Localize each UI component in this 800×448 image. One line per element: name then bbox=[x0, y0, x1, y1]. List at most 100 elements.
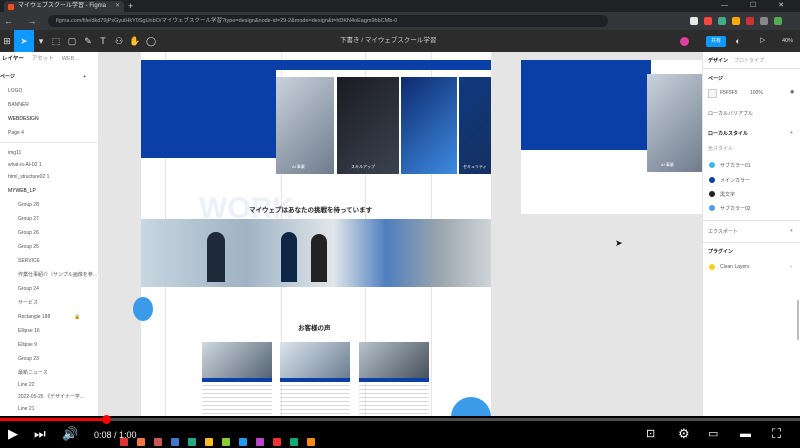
voice-caption-bar bbox=[280, 378, 350, 382]
play-icon[interactable]: ▶ bbox=[8, 424, 18, 444]
tab-layers[interactable]: レイヤー bbox=[2, 52, 24, 66]
resources-tool-icon[interactable]: ⚇ bbox=[112, 30, 126, 52]
taskbar-app-icon[interactable] bbox=[273, 438, 281, 446]
browser-tab[interactable]: マイウェブスクール学習 - Figma ✕ bbox=[4, 1, 124, 12]
taskbar-app-icon[interactable] bbox=[137, 438, 145, 446]
fullscreen-icon[interactable]: ⛶ bbox=[772, 424, 781, 444]
extension-icon[interactable] bbox=[704, 17, 712, 25]
url-field[interactable]: figma.com/file/dkd79jPxGyuiHkY0SgUnbO/マイ… bbox=[48, 15, 608, 27]
voice-photo-3[interactable] bbox=[359, 342, 429, 378]
move-tool-icon[interactable]: ➤ bbox=[14, 30, 34, 52]
layer-frame[interactable]: MYWEB_LP bbox=[0, 186, 106, 196]
taskbar-app-icon[interactable] bbox=[188, 438, 196, 446]
design-canvas[interactable]: AI 事業 スキルアップ セキュリティ WORK マイウェブはあなたの挑戦を待っ… bbox=[99, 52, 702, 416]
text-tool-icon[interactable]: T bbox=[96, 30, 110, 52]
window-controls[interactable]: — ☐ ✕ bbox=[721, 0, 794, 12]
secondary-ai-thumbnail[interactable]: AI 事業 bbox=[647, 74, 702, 172]
new-tab-button[interactable]: + bbox=[128, 0, 133, 12]
extension-icon[interactable] bbox=[760, 17, 768, 25]
person-figure bbox=[207, 232, 225, 282]
extension-icon[interactable] bbox=[718, 17, 726, 25]
page-opacity-value[interactable]: 100% bbox=[750, 90, 763, 96]
layer-item[interactable]: html_structure02 1 bbox=[0, 172, 106, 182]
local-styles-header: ローカルスタイル bbox=[708, 131, 749, 137]
skillup-thumbnail[interactable]: スキルアップ bbox=[337, 77, 399, 174]
visibility-eye-icon[interactable]: ◉ bbox=[790, 89, 794, 95]
taskbar-app-icon[interactable] bbox=[154, 438, 162, 446]
page-color-value[interactable]: F5F5F5 bbox=[720, 90, 738, 96]
extension-icon[interactable] bbox=[732, 17, 740, 25]
layer-item[interactable]: img11 bbox=[0, 148, 106, 158]
tab-design[interactable]: デザイン bbox=[708, 57, 728, 64]
user-avatar[interactable] bbox=[680, 37, 689, 46]
desktop-taskbar-strip bbox=[120, 438, 620, 448]
pen-tool-icon[interactable]: ✎ bbox=[80, 30, 96, 52]
taskbar-app-icon[interactable] bbox=[239, 438, 247, 446]
style-swatch[interactable] bbox=[709, 177, 715, 183]
hand-tool-icon[interactable]: ✋ bbox=[128, 30, 142, 52]
tab-assets[interactable]: アセット bbox=[32, 52, 54, 66]
tab-prototype[interactable]: プロトタイプ bbox=[734, 57, 764, 64]
add-style-icon[interactable]: + bbox=[790, 130, 793, 136]
taskbar-app-icon[interactable] bbox=[171, 438, 179, 446]
decorative-circle bbox=[133, 297, 153, 321]
style-name[interactable]: メインカラー bbox=[720, 177, 750, 184]
plugin-menu-icon[interactable]: › bbox=[790, 264, 792, 270]
taskbar-app-icon[interactable] bbox=[205, 438, 213, 446]
page-item[interactable]: Page 4 bbox=[0, 128, 106, 138]
main-menu-icon[interactable]: ⊞ bbox=[0, 30, 14, 52]
miniplayer-icon[interactable]: ▭ bbox=[708, 424, 718, 444]
hero-blue-block[interactable] bbox=[141, 60, 276, 158]
style-swatch[interactable] bbox=[709, 205, 715, 211]
voice-photo-2[interactable] bbox=[280, 342, 350, 378]
comment-tool-icon[interactable]: ◯ bbox=[144, 30, 158, 52]
add-export-icon[interactable]: + bbox=[790, 228, 793, 234]
taskbar-app-icon[interactable] bbox=[222, 438, 230, 446]
tab-page-name[interactable]: WEB... bbox=[62, 52, 79, 66]
taskbar-app-icon[interactable] bbox=[290, 438, 298, 446]
ai-thumbnail[interactable]: AI 事業 bbox=[276, 77, 334, 174]
page-item[interactable]: BANNER bbox=[0, 100, 106, 110]
volume-icon[interactable]: 🔊 bbox=[62, 424, 78, 444]
style-name[interactable]: 黒文字 bbox=[720, 191, 735, 198]
style-name[interactable]: サブカラー01 bbox=[720, 162, 751, 169]
lock-icon[interactable]: 🔒 bbox=[74, 312, 80, 322]
extension-icon[interactable] bbox=[746, 17, 754, 25]
profile-avatar[interactable] bbox=[774, 17, 782, 25]
taskbar-app-icon[interactable] bbox=[307, 438, 315, 446]
panel-scrollbar[interactable] bbox=[797, 300, 799, 340]
page-color-swatch[interactable] bbox=[708, 89, 717, 98]
page-item-active[interactable]: WEBDESIGN bbox=[0, 114, 106, 124]
security-thumbnail[interactable] bbox=[401, 77, 457, 174]
frame-tool-icon[interactable]: ⬚ bbox=[48, 30, 64, 52]
style-name[interactable]: サブカラー02 bbox=[720, 205, 751, 212]
settings-gear-icon[interactable]: ⚙ bbox=[678, 424, 690, 444]
layer-item[interactable]: what-is-AI-02 1 bbox=[0, 160, 106, 170]
file-title[interactable]: 下書き / マイウェブスクール学習 bbox=[340, 30, 436, 52]
theater-mode-icon[interactable]: ▬ bbox=[740, 424, 751, 444]
page-item[interactable]: LOGO bbox=[0, 86, 106, 96]
subtitles-icon[interactable]: ⊡ bbox=[646, 424, 655, 444]
zoom-level[interactable]: 40% bbox=[782, 30, 793, 52]
plugin-clean-layers[interactable]: Clean Layers bbox=[720, 264, 749, 270]
export-section[interactable]: エクスポート bbox=[708, 228, 738, 235]
pages-header: ページ + bbox=[0, 72, 86, 82]
thumbnail-partial[interactable]: セキュリティ bbox=[459, 77, 491, 174]
share-button[interactable]: 共有 bbox=[706, 36, 726, 47]
next-video-icon[interactable]: ⏭ bbox=[34, 424, 46, 444]
voice-photo-1[interactable] bbox=[202, 342, 272, 378]
video-progress-track[interactable] bbox=[0, 418, 800, 421]
shape-tool-icon[interactable]: ▢ bbox=[64, 30, 80, 52]
dev-mode-toggle-icon[interactable]: ◐ bbox=[730, 30, 746, 52]
move-dropdown-icon[interactable]: ▾ bbox=[36, 30, 46, 52]
taskbar-app-icon[interactable] bbox=[256, 438, 264, 446]
add-page-icon[interactable]: + bbox=[83, 72, 86, 82]
close-tab-icon[interactable]: ✕ bbox=[115, 1, 120, 12]
local-variables-link[interactable]: ローカルバリアブル bbox=[708, 110, 753, 117]
extension-icon[interactable] bbox=[690, 17, 698, 25]
taskbar-app-icon[interactable] bbox=[120, 438, 128, 446]
style-swatch[interactable] bbox=[709, 191, 715, 197]
style-swatch[interactable] bbox=[709, 162, 715, 168]
present-button[interactable]: ▷ bbox=[760, 30, 765, 52]
video-progress-played[interactable] bbox=[0, 418, 107, 421]
